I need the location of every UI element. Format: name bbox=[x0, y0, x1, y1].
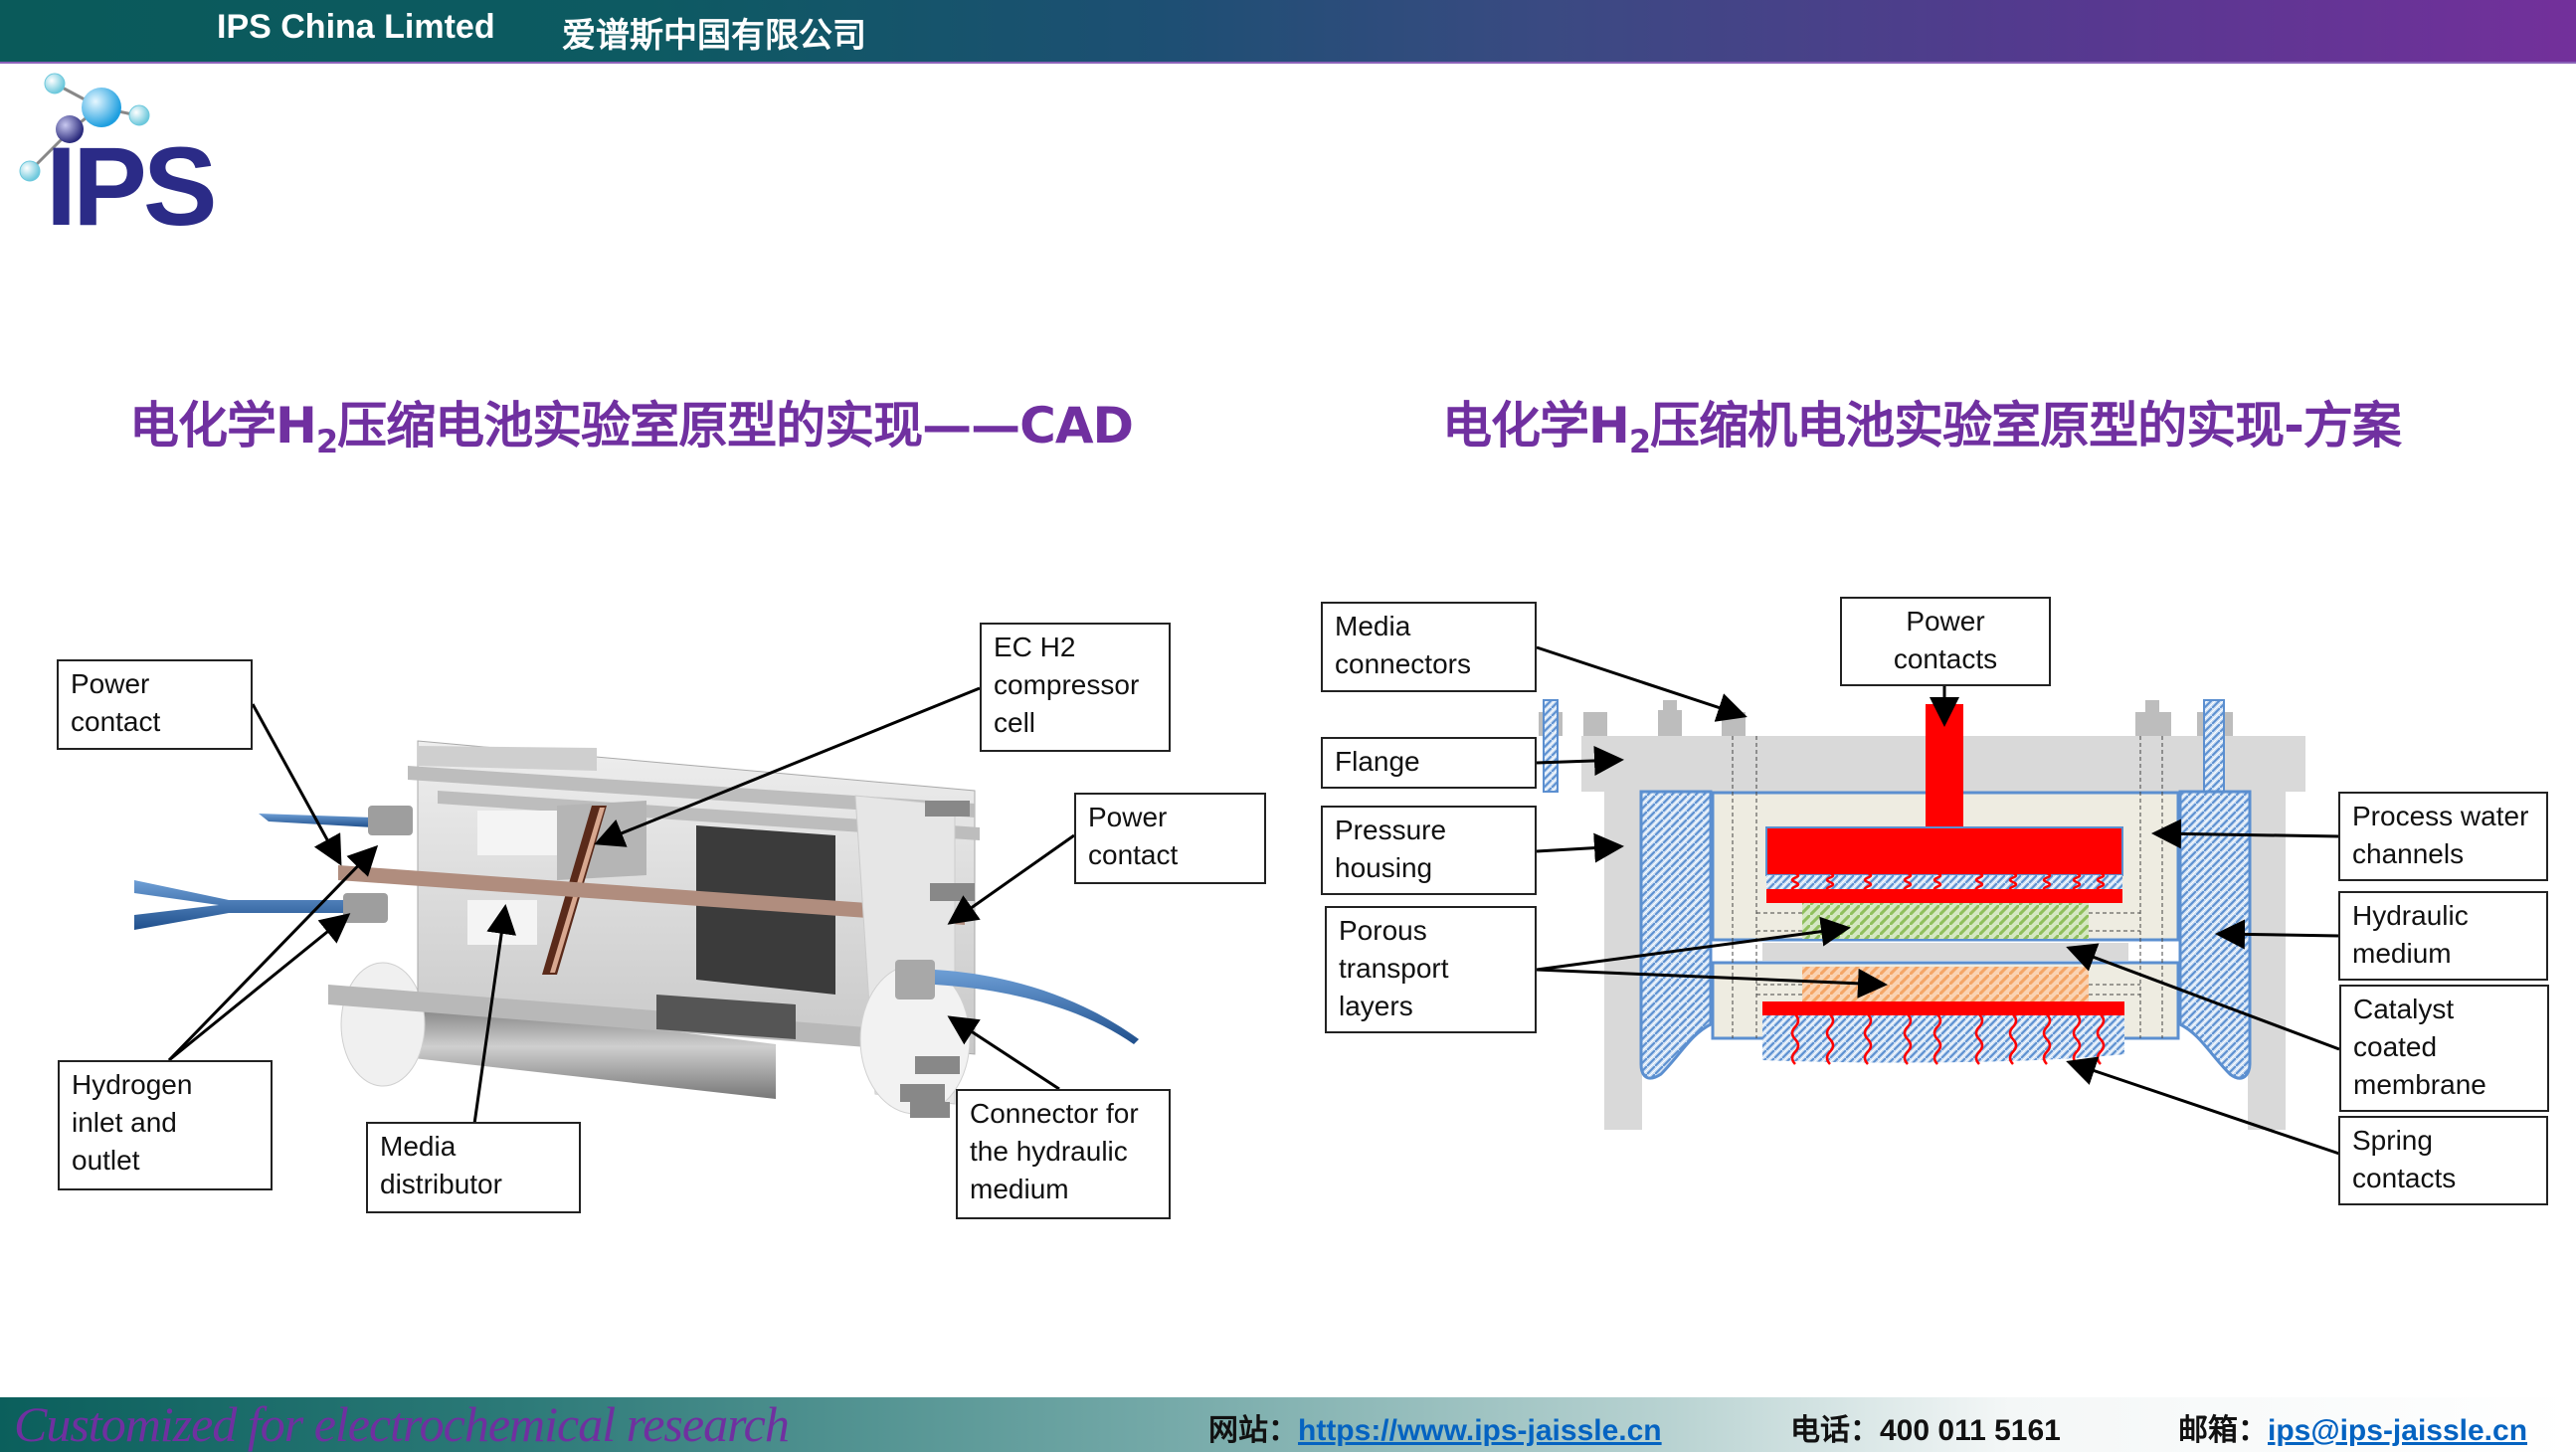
flange-right-leg bbox=[2248, 792, 2286, 1130]
cad-body bbox=[134, 740, 1139, 1118]
label-pressure-housing: Pressure housing bbox=[1321, 806, 1537, 895]
hydraulic-medium-left bbox=[1639, 790, 1713, 1080]
connector-nut bbox=[1583, 712, 1607, 736]
label-line: Hydraulic bbox=[2352, 900, 2469, 931]
arrow-hydraulic-medium bbox=[2215, 919, 2340, 950]
label-ec-h2-cell: EC H2 compressor cell bbox=[980, 623, 1171, 752]
label-line: Media bbox=[1335, 611, 1411, 641]
label-line: Hydrogen bbox=[72, 1069, 193, 1100]
current-collector-bottom bbox=[1762, 1001, 2124, 1015]
hydrogen-fitting-upper bbox=[368, 806, 413, 835]
power-contact-top-plate bbox=[1765, 826, 2123, 876]
label-power-contacts: Power contacts bbox=[1840, 597, 2051, 686]
arrow-hydrogen-lower bbox=[168, 913, 351, 1062]
stud bbox=[930, 883, 975, 901]
schematic-diagram bbox=[1539, 699, 2305, 1130]
arrow-power-contact-left bbox=[251, 703, 342, 866]
label-line: transport bbox=[1339, 953, 1449, 984]
footer-phone: 电话：400 011 5161 bbox=[1790, 1405, 2061, 1449]
label-process-water-channels: Process water channels bbox=[2338, 792, 2548, 881]
label-hydraulic-medium: Hydraulic medium bbox=[2338, 891, 2548, 981]
spring-layer-bottom bbox=[1762, 1015, 2124, 1063]
phone-label: 电话： bbox=[1790, 1414, 1880, 1447]
label-line: connectors bbox=[1335, 648, 1471, 679]
stud bbox=[900, 1084, 945, 1102]
label-line: Pressure bbox=[1335, 815, 1447, 845]
current-collector-top bbox=[1766, 889, 2122, 903]
label-line: contacts bbox=[1893, 643, 1998, 674]
phone-number: 400 011 5161 bbox=[1880, 1414, 2061, 1447]
cad-rendering bbox=[134, 645, 2340, 1156]
footer-bar: Customized for electrochemical research … bbox=[0, 1396, 2576, 1452]
label-line: Power bbox=[1088, 802, 1168, 832]
label-line: Process water bbox=[2352, 801, 2529, 831]
email-link[interactable]: ips@ips-jaissle.cn bbox=[2268, 1414, 2527, 1447]
label-line: layers bbox=[1339, 991, 1413, 1021]
label-media-connectors: Media connectors bbox=[1321, 602, 1537, 692]
label-line: cell bbox=[994, 707, 1036, 738]
left-end-cap bbox=[340, 962, 426, 1087]
stud bbox=[915, 1056, 960, 1074]
label-line: coated bbox=[2353, 1031, 2438, 1062]
label-line: medium bbox=[2352, 938, 2452, 969]
website-label: 网站： bbox=[1208, 1414, 1298, 1447]
label-line: compressor bbox=[994, 669, 1140, 700]
porous-transport-layer-cathode bbox=[1802, 967, 2089, 1002]
label-hydraulic-connector: Connector for the hydraulic medium bbox=[956, 1089, 1171, 1219]
footer-email: 邮箱：ips@ips-jaissle.cn bbox=[2178, 1405, 2527, 1449]
hydraulic-fitting bbox=[895, 960, 935, 999]
porous-transport-layer-anode bbox=[1802, 903, 2089, 939]
label-line: Spring bbox=[2352, 1125, 2433, 1156]
hydraulic-port-left bbox=[1543, 699, 1559, 793]
catalyst-coated-membrane bbox=[1762, 943, 2128, 961]
label-porous-transport-layers: Porous transport layers bbox=[1325, 906, 1537, 1033]
hydrogen-fitting-lower bbox=[343, 893, 388, 923]
label-line: outlet bbox=[72, 1145, 140, 1176]
label-line: Connector for bbox=[970, 1098, 1139, 1129]
label-power-contact-left: Power contact bbox=[57, 659, 253, 750]
footer-slogan: Customized for electrochemical research bbox=[14, 1396, 790, 1452]
label-line: distributor bbox=[380, 1169, 502, 1199]
label-catalyst-coated-membrane: Catalyst coated membrane bbox=[2339, 985, 2549, 1112]
label-media-distributor: Media distributor bbox=[366, 1122, 581, 1213]
arrow-media-connectors bbox=[1536, 645, 1748, 722]
label-hydrogen-inlet-outlet: Hydrogen inlet and outlet bbox=[58, 1060, 273, 1190]
website-link[interactable]: https://www.ips-jaissle.cn bbox=[1298, 1414, 1662, 1447]
label-line: medium bbox=[970, 1174, 1069, 1204]
media-connector-left bbox=[1663, 700, 1677, 736]
label-line: EC H2 bbox=[994, 632, 1076, 662]
label-line: Catalyst bbox=[2353, 994, 2455, 1024]
label-power-contact-right: Power contact bbox=[1074, 793, 1266, 884]
stud bbox=[910, 1102, 950, 1118]
label-line: housing bbox=[1335, 852, 1433, 883]
label-line: the hydraulic bbox=[970, 1136, 1128, 1167]
media-distributor-upper bbox=[477, 811, 557, 855]
footer-website: 网站：https://www.ips-jaissle.cn bbox=[1208, 1405, 1662, 1449]
email-label: 邮箱： bbox=[2178, 1414, 2268, 1447]
arrow-spring-contacts bbox=[2066, 1056, 2340, 1156]
label-line: Media bbox=[380, 1131, 457, 1162]
label-flange: Flange bbox=[1321, 737, 1537, 789]
label-line: inlet and bbox=[72, 1107, 177, 1138]
connector-nut bbox=[2135, 712, 2171, 736]
label-line: channels bbox=[2352, 838, 2465, 869]
label-line: Porous bbox=[1339, 915, 1427, 946]
label-line: Power bbox=[1906, 606, 1985, 636]
hydraulic-port-right bbox=[2203, 699, 2225, 793]
label-line: contact bbox=[1088, 839, 1179, 870]
label-line: contacts bbox=[2352, 1163, 2457, 1193]
label-line: contact bbox=[71, 706, 161, 737]
label-spring-contacts: Spring contacts bbox=[2338, 1116, 2548, 1205]
label-line: Flange bbox=[1335, 746, 1420, 777]
label-line: Power bbox=[71, 668, 150, 699]
stud bbox=[925, 801, 970, 817]
label-line: membrane bbox=[2353, 1069, 2486, 1100]
